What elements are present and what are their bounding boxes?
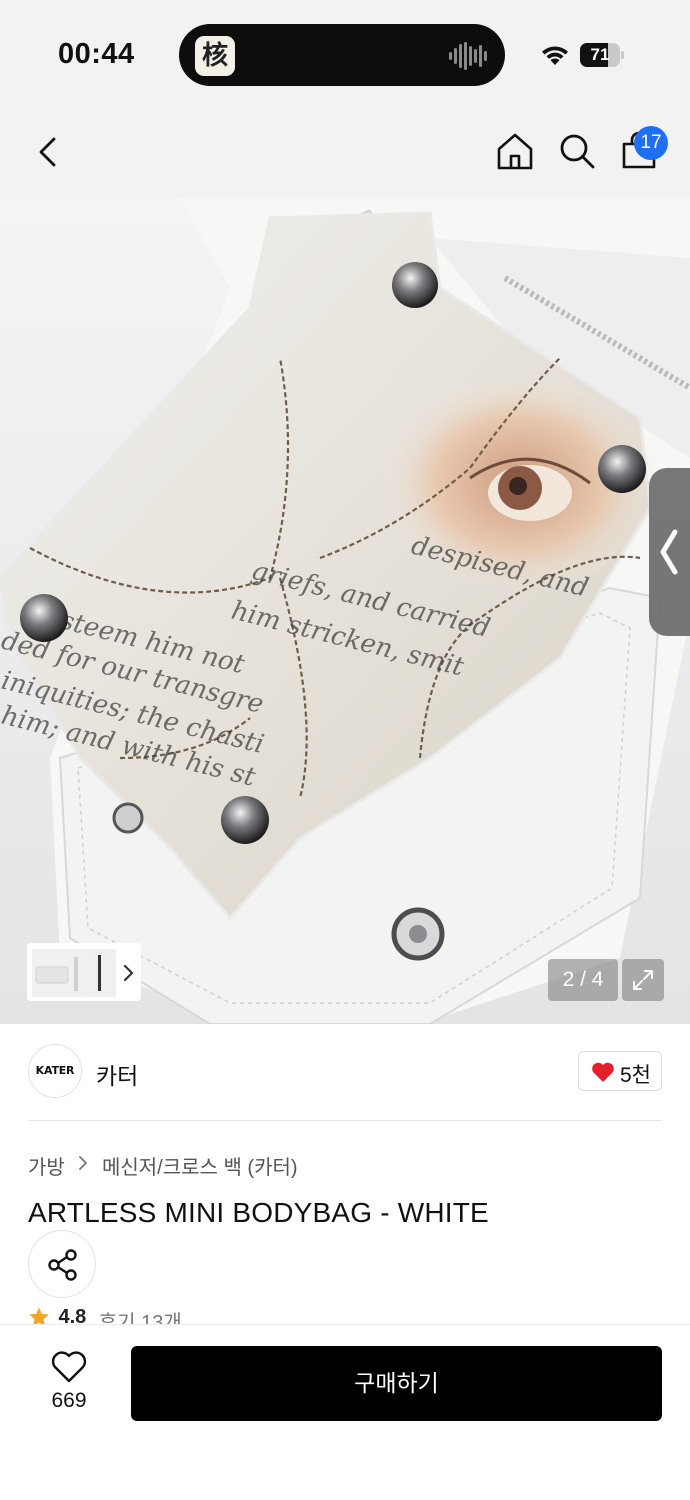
home-icon[interactable] — [494, 130, 536, 172]
chevron-right-icon — [79, 1155, 88, 1170]
review-count-link[interactable]: 후기 13개 — [99, 1306, 182, 1326]
heart-filled-icon — [592, 1062, 614, 1082]
brand-like-count: 5천 — [620, 1064, 651, 1087]
share-button[interactable] — [28, 1230, 96, 1298]
expand-icon — [633, 970, 653, 990]
status-time: 00:44 — [58, 38, 135, 70]
audio-waveform-icon — [449, 42, 487, 70]
star-icon — [29, 1307, 49, 1326]
brand-like-button[interactable]: 5천 — [578, 1051, 662, 1091]
breadcrumb-subcategory[interactable]: 메신저/크로스 백 (카터) — [102, 1151, 298, 1180]
thumbnail-image — [32, 949, 116, 997]
dynamic-island: 核 — [179, 24, 505, 86]
brand-logo[interactable]: KATER — [28, 1044, 82, 1098]
now-playing-app-icon: 核 — [195, 36, 235, 76]
bottom-action-bar: 669 구매하기 — [0, 1324, 690, 1500]
product-image-gallery[interactable]: d esteem him not ded for our transgre in… — [0, 198, 690, 1024]
cart-count-badge: 17 — [634, 126, 668, 160]
chevron-left-icon — [660, 529, 678, 575]
battery-percent: 71 — [590, 45, 610, 64]
status-bar: 00:44 核 71 — [0, 0, 690, 110]
rating-value: 4.8 — [58, 1306, 87, 1326]
product-title: ARTLESS MINI BODYBAG - WHITE — [28, 1197, 489, 1228]
share-icon — [48, 1249, 77, 1281]
section-divider — [28, 1120, 662, 1121]
wifi-icon — [542, 46, 568, 65]
brand-row[interactable]: KATER 카터 5천 — [0, 1024, 690, 1120]
fullscreen-expand-button[interactable] — [622, 959, 664, 1001]
wishlist-count: 669 — [51, 1389, 87, 1412]
breadcrumb-category[interactable]: 가방 — [28, 1151, 65, 1180]
top-navigation: 17 — [0, 110, 690, 198]
chevron-right-icon — [123, 964, 134, 982]
side-drawer-handle[interactable] — [649, 468, 690, 636]
wishlist-button[interactable]: 669 — [36, 1349, 102, 1419]
breadcrumb: 가방 메신저/크로스 백 (카터) — [28, 1151, 298, 1180]
buy-button[interactable]: 구매하기 — [131, 1346, 662, 1421]
thumbnail-preview[interactable] — [27, 943, 141, 1001]
back-chevron-icon[interactable] — [26, 130, 70, 174]
battery-indicator: 71 — [580, 43, 624, 67]
brand-name[interactable]: 카터 — [96, 1057, 138, 1091]
product-photo: d esteem him not ded for our transgre in… — [0, 198, 690, 1024]
rating-row: 4.8 후기 13개 — [28, 1304, 182, 1326]
search-icon[interactable] — [556, 130, 598, 172]
gallery-page-indicator: 2 / 4 — [548, 959, 618, 1001]
heart-outline-icon — [51, 1351, 87, 1383]
